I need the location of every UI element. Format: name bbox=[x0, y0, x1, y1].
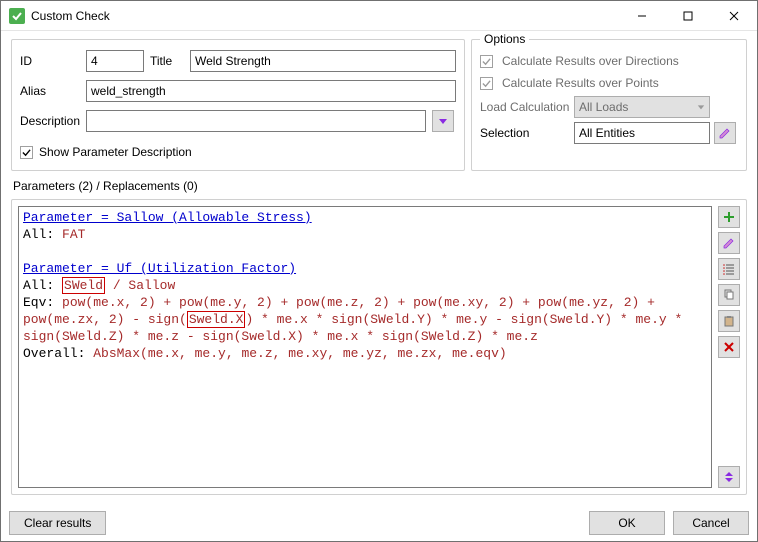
options-legend: Options bbox=[480, 32, 529, 46]
titlebar: Custom Check bbox=[1, 1, 757, 31]
chevron-down-icon bbox=[697, 103, 705, 111]
description-field[interactable] bbox=[86, 110, 426, 132]
selection-edit-button[interactable] bbox=[714, 122, 736, 144]
selection-value: All Entities bbox=[579, 126, 635, 140]
pencil-icon bbox=[723, 237, 735, 249]
calc-directions-label: Calculate Results over Directions bbox=[502, 54, 738, 68]
pencil-icon bbox=[719, 127, 731, 139]
paste-button[interactable] bbox=[718, 310, 740, 332]
list-button[interactable] bbox=[718, 258, 740, 280]
delete-icon bbox=[723, 341, 735, 353]
list-icon bbox=[723, 263, 735, 275]
chevron-down-icon bbox=[438, 116, 448, 126]
overall-prefix: Overall: bbox=[23, 346, 93, 361]
description-label: Description bbox=[20, 114, 80, 128]
cancel-button[interactable]: Cancel bbox=[673, 511, 749, 535]
selection-field[interactable]: All Entities bbox=[574, 122, 710, 144]
param1-all-prefix: All: bbox=[23, 227, 62, 242]
show-param-label: Show Parameter Description bbox=[39, 145, 192, 159]
alias-label: Alias bbox=[20, 84, 80, 98]
maximize-button[interactable] bbox=[665, 1, 711, 30]
selection-label: Selection bbox=[480, 126, 570, 140]
delete-button[interactable] bbox=[718, 336, 740, 358]
overall-value: AbsMax(me.x, me.y, me.z, me.xy, me.yz, m… bbox=[93, 346, 506, 361]
updown-icon bbox=[723, 471, 735, 483]
calc-points-label: Calculate Results over Points bbox=[502, 76, 738, 90]
copy-icon bbox=[723, 289, 735, 301]
title-label: Title bbox=[150, 54, 184, 68]
paste-icon bbox=[723, 315, 735, 327]
calc-directions-checkbox bbox=[480, 55, 493, 68]
id-label: ID bbox=[20, 54, 80, 68]
options-group: Options Calculate Results over Direction… bbox=[471, 39, 747, 171]
load-calc-combo: All Loads bbox=[574, 96, 710, 118]
show-param-checkbox[interactable] bbox=[20, 146, 33, 159]
param1-declaration: Parameter = Sallow (Allowable Stress) bbox=[23, 210, 312, 225]
load-calc-value: All Loads bbox=[579, 100, 628, 114]
title-field[interactable] bbox=[190, 50, 456, 72]
add-icon bbox=[723, 211, 735, 223]
clear-results-button[interactable]: Clear results bbox=[9, 511, 106, 535]
description-dropdown-button[interactable] bbox=[432, 110, 454, 132]
footer: Clear results OK Cancel bbox=[1, 505, 757, 541]
form-pane: ID Title Alias Description bbox=[11, 39, 465, 171]
add-button[interactable] bbox=[718, 206, 740, 228]
code-area[interactable]: Parameter = Sallow (Allowable Stress) Al… bbox=[18, 206, 712, 488]
alias-field[interactable] bbox=[86, 80, 456, 102]
load-calc-label: Load Calculation bbox=[480, 100, 570, 114]
param2-declaration: Parameter = Uf (Utilization Factor) bbox=[23, 261, 296, 276]
close-button[interactable] bbox=[711, 1, 757, 30]
reorder-button[interactable] bbox=[718, 466, 740, 488]
calc-points-checkbox bbox=[480, 77, 493, 90]
id-field[interactable] bbox=[86, 50, 144, 72]
param1-all-value: FAT bbox=[62, 227, 85, 242]
window-title: Custom Check bbox=[31, 9, 619, 23]
param2-all-boxed: SWeld bbox=[62, 277, 105, 294]
edit-button[interactable] bbox=[718, 232, 740, 254]
parameters-box: Parameter = Sallow (Allowable Stress) Al… bbox=[11, 199, 747, 495]
param2-all-rest: / Sallow bbox=[105, 278, 175, 293]
copy-button[interactable] bbox=[718, 284, 740, 306]
ok-button[interactable]: OK bbox=[589, 511, 665, 535]
eqv-boxed: Sweld.X bbox=[187, 311, 246, 328]
eqv-prefix: Eqv: bbox=[23, 295, 62, 310]
parameters-header: Parameters (2) / Replacements (0) bbox=[11, 175, 747, 195]
param2-all-prefix: All: bbox=[23, 278, 62, 293]
app-icon bbox=[9, 8, 25, 24]
minimize-button[interactable] bbox=[619, 1, 665, 30]
